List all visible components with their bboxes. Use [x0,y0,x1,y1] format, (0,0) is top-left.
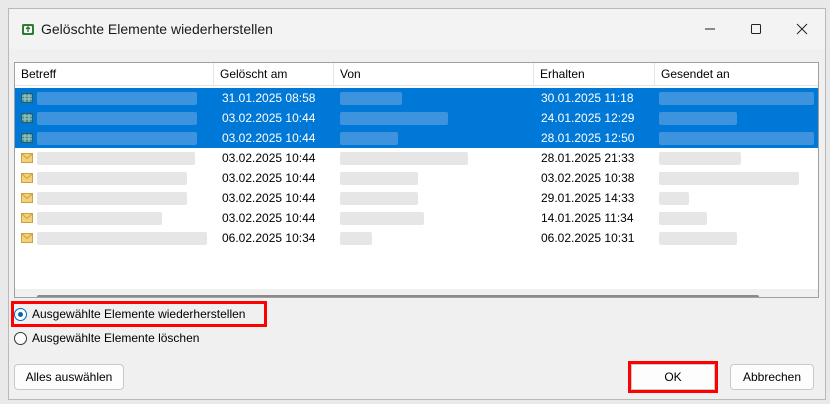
restore-option-label: Ausgewählte Elemente wiederherstellen [32,307,246,321]
column-header-sent-to[interactable]: Gesendet an [655,63,818,85]
redacted-sender [340,232,372,245]
redacted-recipient [659,212,707,225]
redacted-sender [340,172,418,185]
calendar-icon [21,113,33,123]
column-header-received[interactable]: Erhalten [534,63,655,85]
ok-button[interactable]: OK [628,361,718,393]
deleted-date: 03.02.2025 10:44 [222,131,316,145]
redacted-subject [37,152,195,165]
window-title: Gelöschte Elemente wiederherstellen [41,21,273,37]
deleted-date: 06.02.2025 10:34 [222,231,316,245]
table-row[interactable]: 03.02.2025 10:44 24.01.2025 12:29 [15,108,818,128]
envelope-icon [21,193,33,203]
maximize-icon [751,24,761,34]
redacted-subject [37,112,197,125]
restore-option[interactable]: Ausgewählte Elemente wiederherstellen [11,301,267,327]
redacted-recipient [659,152,741,165]
minimize-button[interactable] [687,9,733,49]
redacted-subject [37,232,207,245]
received-date: 28.01.2025 21:33 [541,151,635,165]
close-icon [796,23,808,35]
column-header-deleted[interactable]: Gelöscht am [214,63,334,85]
horizontal-scrollbar[interactable] [15,289,818,297]
received-date: 29.01.2025 14:33 [541,191,635,205]
calendar-icon [21,133,33,143]
deleted-date: 03.02.2025 10:44 [222,111,316,125]
redacted-recipient [659,232,737,245]
redacted-sender [340,212,424,225]
envelope-icon [21,233,33,243]
received-date: 30.01.2025 11:18 [541,91,634,105]
received-date: 24.01.2025 12:29 [541,111,635,125]
redacted-recipient [659,92,814,105]
redacted-recipient [659,112,737,125]
restore-radio[interactable] [14,307,27,321]
deleted-date: 03.02.2025 10:44 [222,211,316,225]
envelope-icon [21,153,33,163]
delete-option[interactable]: Ausgewählte Elemente löschen [14,328,199,348]
recycle-app-icon [22,24,34,35]
redacted-sender [340,152,468,165]
redacted-sender [340,112,448,125]
deleted-date: 31.01.2025 08:58 [222,91,316,105]
column-header-from[interactable]: Von [334,63,534,85]
deleted-date: 03.02.2025 10:44 [222,171,316,185]
redacted-subject [37,92,197,105]
delete-radio[interactable] [14,331,27,345]
list-header: Betreff Gelöscht am Von Erhalten Gesende… [15,63,818,86]
close-button[interactable] [779,9,825,49]
received-date: 28.01.2025 12:50 [541,131,635,145]
envelope-icon [21,173,33,183]
delete-option-label: Ausgewählte Elemente löschen [32,331,200,345]
redacted-subject [37,192,187,205]
redacted-sender [340,132,398,145]
table-row[interactable]: 03.02.2025 10:44 28.01.2025 21:33 [15,148,818,168]
cancel-button[interactable]: Abbrechen [730,364,814,390]
redacted-recipient [659,132,814,145]
received-date: 14.01.2025 11:34 [541,211,634,225]
maximize-button[interactable] [733,9,779,49]
redacted-recipient [659,172,799,185]
table-row[interactable]: 06.02.2025 10:34 06.02.2025 10:31 [15,228,818,248]
redacted-sender [340,92,402,105]
redacted-subject [37,212,162,225]
redacted-subject [37,132,197,145]
table-row[interactable]: 03.02.2025 10:44 03.02.2025 10:38 [15,168,818,188]
table-row[interactable]: 03.02.2025 10:44 28.01.2025 12:50 [15,128,818,148]
table-row[interactable]: 31.01.2025 08:58 30.01.2025 11:18 [15,88,818,108]
envelope-icon [21,213,33,223]
select-all-button[interactable]: Alles auswählen [14,364,124,390]
received-date: 03.02.2025 10:38 [541,171,635,185]
deleted-date: 03.02.2025 10:44 [222,191,316,205]
column-header-subject[interactable]: Betreff [15,63,214,85]
restore-dialog: Gelöschte Elemente wiederherstellen Betr… [8,8,826,400]
redacted-sender [340,192,418,205]
deleted-date: 03.02.2025 10:44 [222,151,316,165]
title-bar: Gelöschte Elemente wiederherstellen [9,9,825,49]
redacted-subject [37,172,187,185]
table-row[interactable]: 03.02.2025 10:44 14.01.2025 11:34 [15,208,818,228]
table-row[interactable]: 03.02.2025 10:44 29.01.2025 14:33 [15,188,818,208]
redacted-recipient [659,192,689,205]
minimize-icon [705,28,715,30]
scrollbar-thumb[interactable] [37,295,759,297]
received-date: 06.02.2025 10:31 [541,231,635,245]
calendar-icon [21,93,33,103]
deleted-items-list[interactable]: Betreff Gelöscht am Von Erhalten Gesende… [14,62,819,298]
